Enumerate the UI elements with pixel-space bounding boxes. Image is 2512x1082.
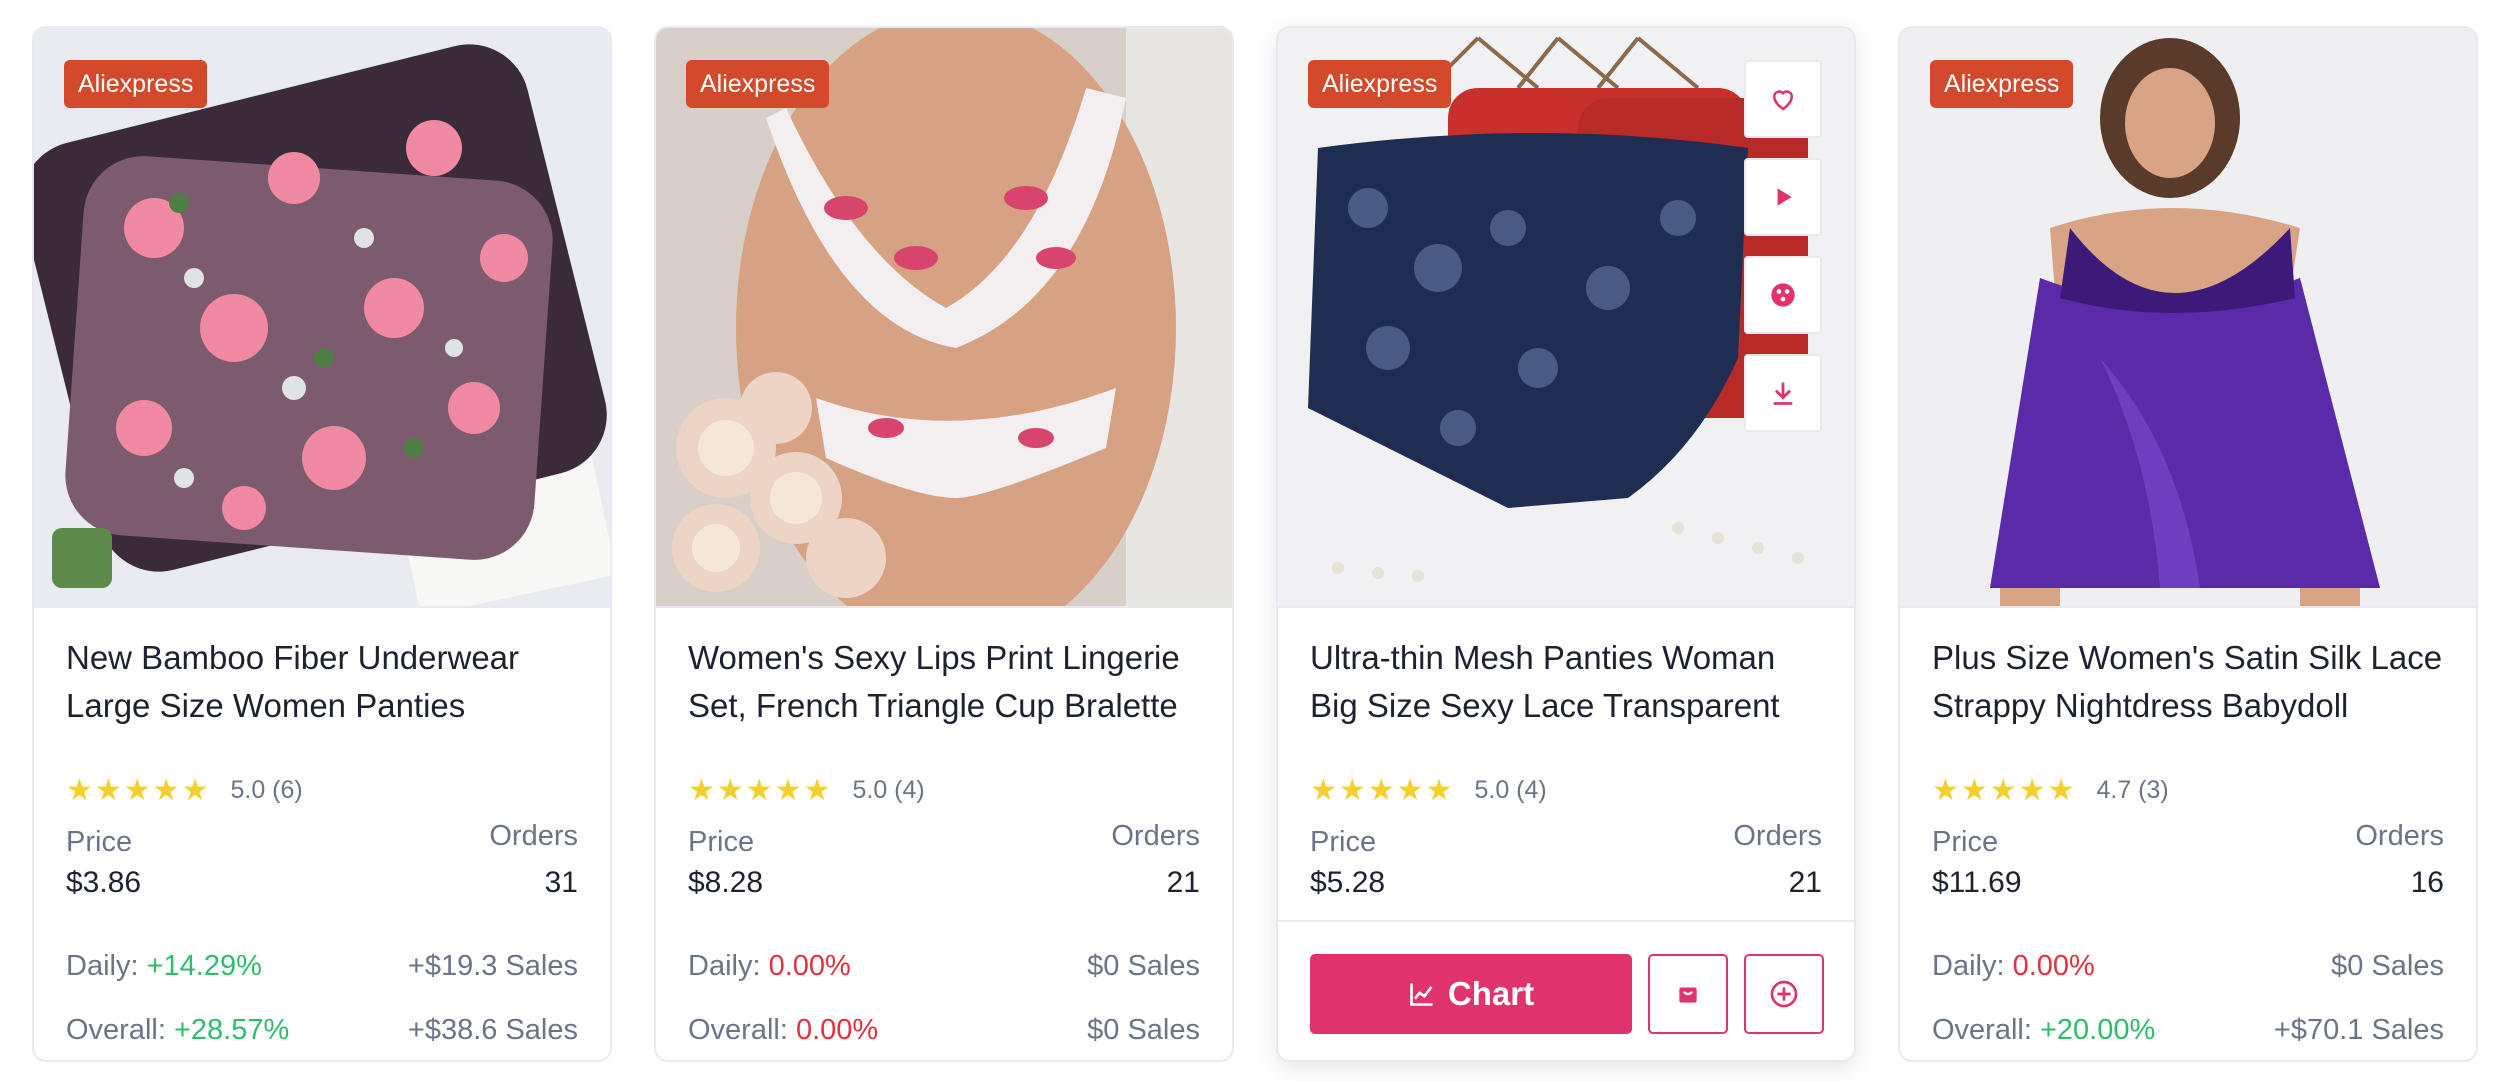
overall-percent: +20.00%	[2039, 1014, 2156, 1046]
orders-label: Orders	[1733, 820, 1822, 852]
source-badge: Aliexpress	[1930, 60, 2074, 108]
product-title[interactable]: New Bamboo Fiber Underwear Large Size Wo…	[66, 634, 586, 730]
price-label: Price	[1932, 826, 1999, 858]
daily-percent: +14.29%	[146, 950, 262, 982]
daily-sales: $0 Sales	[2331, 950, 2444, 982]
price-label: Price	[688, 826, 755, 858]
daily-percent: 0.00%	[2012, 950, 2095, 982]
overall-sales: +$70.1 Sales	[2273, 1014, 2444, 1046]
overall-label: Overall:	[1932, 1014, 2032, 1046]
rating-text: 5.0 (6)	[230, 775, 303, 804]
orders-label: Orders	[1111, 820, 1200, 852]
overall-change: Overall: +28.57%	[66, 1014, 289, 1047]
rating: ★★★★★ 5.0 (4)	[1310, 770, 1547, 810]
source-badge: Aliexpress	[64, 60, 208, 108]
rating-text: 4.7 (3)	[2096, 775, 2169, 804]
source-badge: Aliexpress	[1308, 60, 1452, 108]
play-icon	[1777, 188, 1792, 206]
product-title[interactable]: Women's Sexy Lips Print Lingerie Set, Fr…	[688, 634, 1208, 730]
overall-sales: +$38.6 Sales	[407, 1014, 578, 1046]
product-card[interactable]: Aliexpress Women's Sexy Lips Print Linge…	[654, 26, 1234, 1062]
price-label: Price	[66, 826, 133, 858]
divider	[1278, 920, 1854, 922]
overall-change: Overall: +20.00%	[1932, 1014, 2155, 1047]
download-icon	[1773, 382, 1793, 405]
daily-change: Daily: +14.29%	[66, 950, 262, 983]
star-rating-icon: ★★★★★	[1932, 773, 2077, 807]
rating-text: 5.0 (4)	[1474, 775, 1547, 804]
price-value: $11.69	[1932, 866, 2022, 899]
daily-change: Daily: 0.00%	[688, 950, 851, 983]
product-card[interactable]: Aliexpress New Bamboo Fiber Underwear La…	[32, 26, 612, 1062]
orders-value: 21	[1788, 866, 1822, 899]
product-image[interactable]	[1900, 28, 2476, 608]
price-value: $3.86	[66, 866, 142, 899]
chart-button-label: Chart	[1447, 975, 1535, 1012]
plus-circle-icon	[1770, 980, 1798, 1008]
product-image[interactable]	[656, 28, 1232, 608]
overall-change: Overall: 0.00%	[688, 1014, 878, 1047]
overall-label: Overall:	[66, 1014, 166, 1046]
quick-actions	[1744, 60, 1822, 452]
daily-sales: +$19.3 Sales	[407, 950, 578, 982]
price-value: $8.28	[688, 866, 764, 899]
daily-percent: 0.00%	[768, 950, 851, 982]
product-card[interactable]: Aliexpress Plus Size Women's Satin Silk …	[1898, 26, 2478, 1062]
daily-sales: $0 Sales	[1087, 950, 1200, 982]
add-to-list-button[interactable]	[1744, 954, 1824, 1034]
star-rating-icon: ★★★★★	[66, 773, 211, 807]
heart-icon	[1772, 90, 1794, 111]
orders-label: Orders	[2355, 820, 2444, 852]
orders-value: 16	[2410, 866, 2444, 899]
star-rating-icon: ★★★★★	[688, 773, 833, 807]
daily-label: Daily:	[66, 950, 139, 982]
product-card[interactable]: Aliexpress Ultra-thin Mesh Panties Woman…	[1276, 26, 1856, 1062]
overall-percent: +28.57%	[173, 1014, 290, 1046]
orders-value: 21	[1166, 866, 1200, 899]
daily-label: Daily:	[1932, 950, 2005, 982]
daily-label: Daily:	[688, 950, 761, 982]
product-title[interactable]: Ultra-thin Mesh Panties Woman Big Size S…	[1310, 634, 1830, 730]
download-button[interactable]	[1744, 354, 1822, 432]
store-button[interactable]	[1648, 954, 1728, 1034]
rating-text: 5.0 (4)	[852, 775, 925, 804]
price-value: $5.28	[1310, 866, 1386, 899]
product-grid: Aliexpress New Bamboo Fiber Underwear La…	[0, 0, 2512, 1082]
product-image[interactable]	[34, 28, 610, 608]
daily-change: Daily: 0.00%	[1932, 950, 2095, 983]
rating: ★★★★★ 5.0 (6)	[66, 770, 303, 810]
rating: ★★★★★ 4.7 (3)	[1932, 770, 2169, 810]
product-title[interactable]: Plus Size Women's Satin Silk Lace Strapp…	[1932, 634, 2452, 730]
overall-sales: $0 Sales	[1087, 1014, 1200, 1046]
star-rating-icon: ★★★★★	[1310, 773, 1455, 807]
play-video-button[interactable]	[1744, 158, 1822, 236]
rating: ★★★★★ 5.0 (4)	[688, 770, 925, 810]
compare-button[interactable]	[1744, 256, 1822, 334]
orders-value: 31	[544, 866, 578, 899]
line-chart-icon	[1410, 983, 1433, 1006]
shopping-bag-icon	[1679, 987, 1697, 1003]
source-badge: Aliexpress	[686, 60, 830, 108]
orders-label: Orders	[489, 820, 578, 852]
overall-percent: 0.00%	[795, 1014, 879, 1046]
favorite-button[interactable]	[1744, 60, 1822, 138]
price-label: Price	[1310, 826, 1377, 858]
compare-icon	[1771, 283, 1795, 307]
overall-label: Overall:	[688, 1014, 788, 1046]
chart-button[interactable]: Chart	[1310, 954, 1632, 1034]
